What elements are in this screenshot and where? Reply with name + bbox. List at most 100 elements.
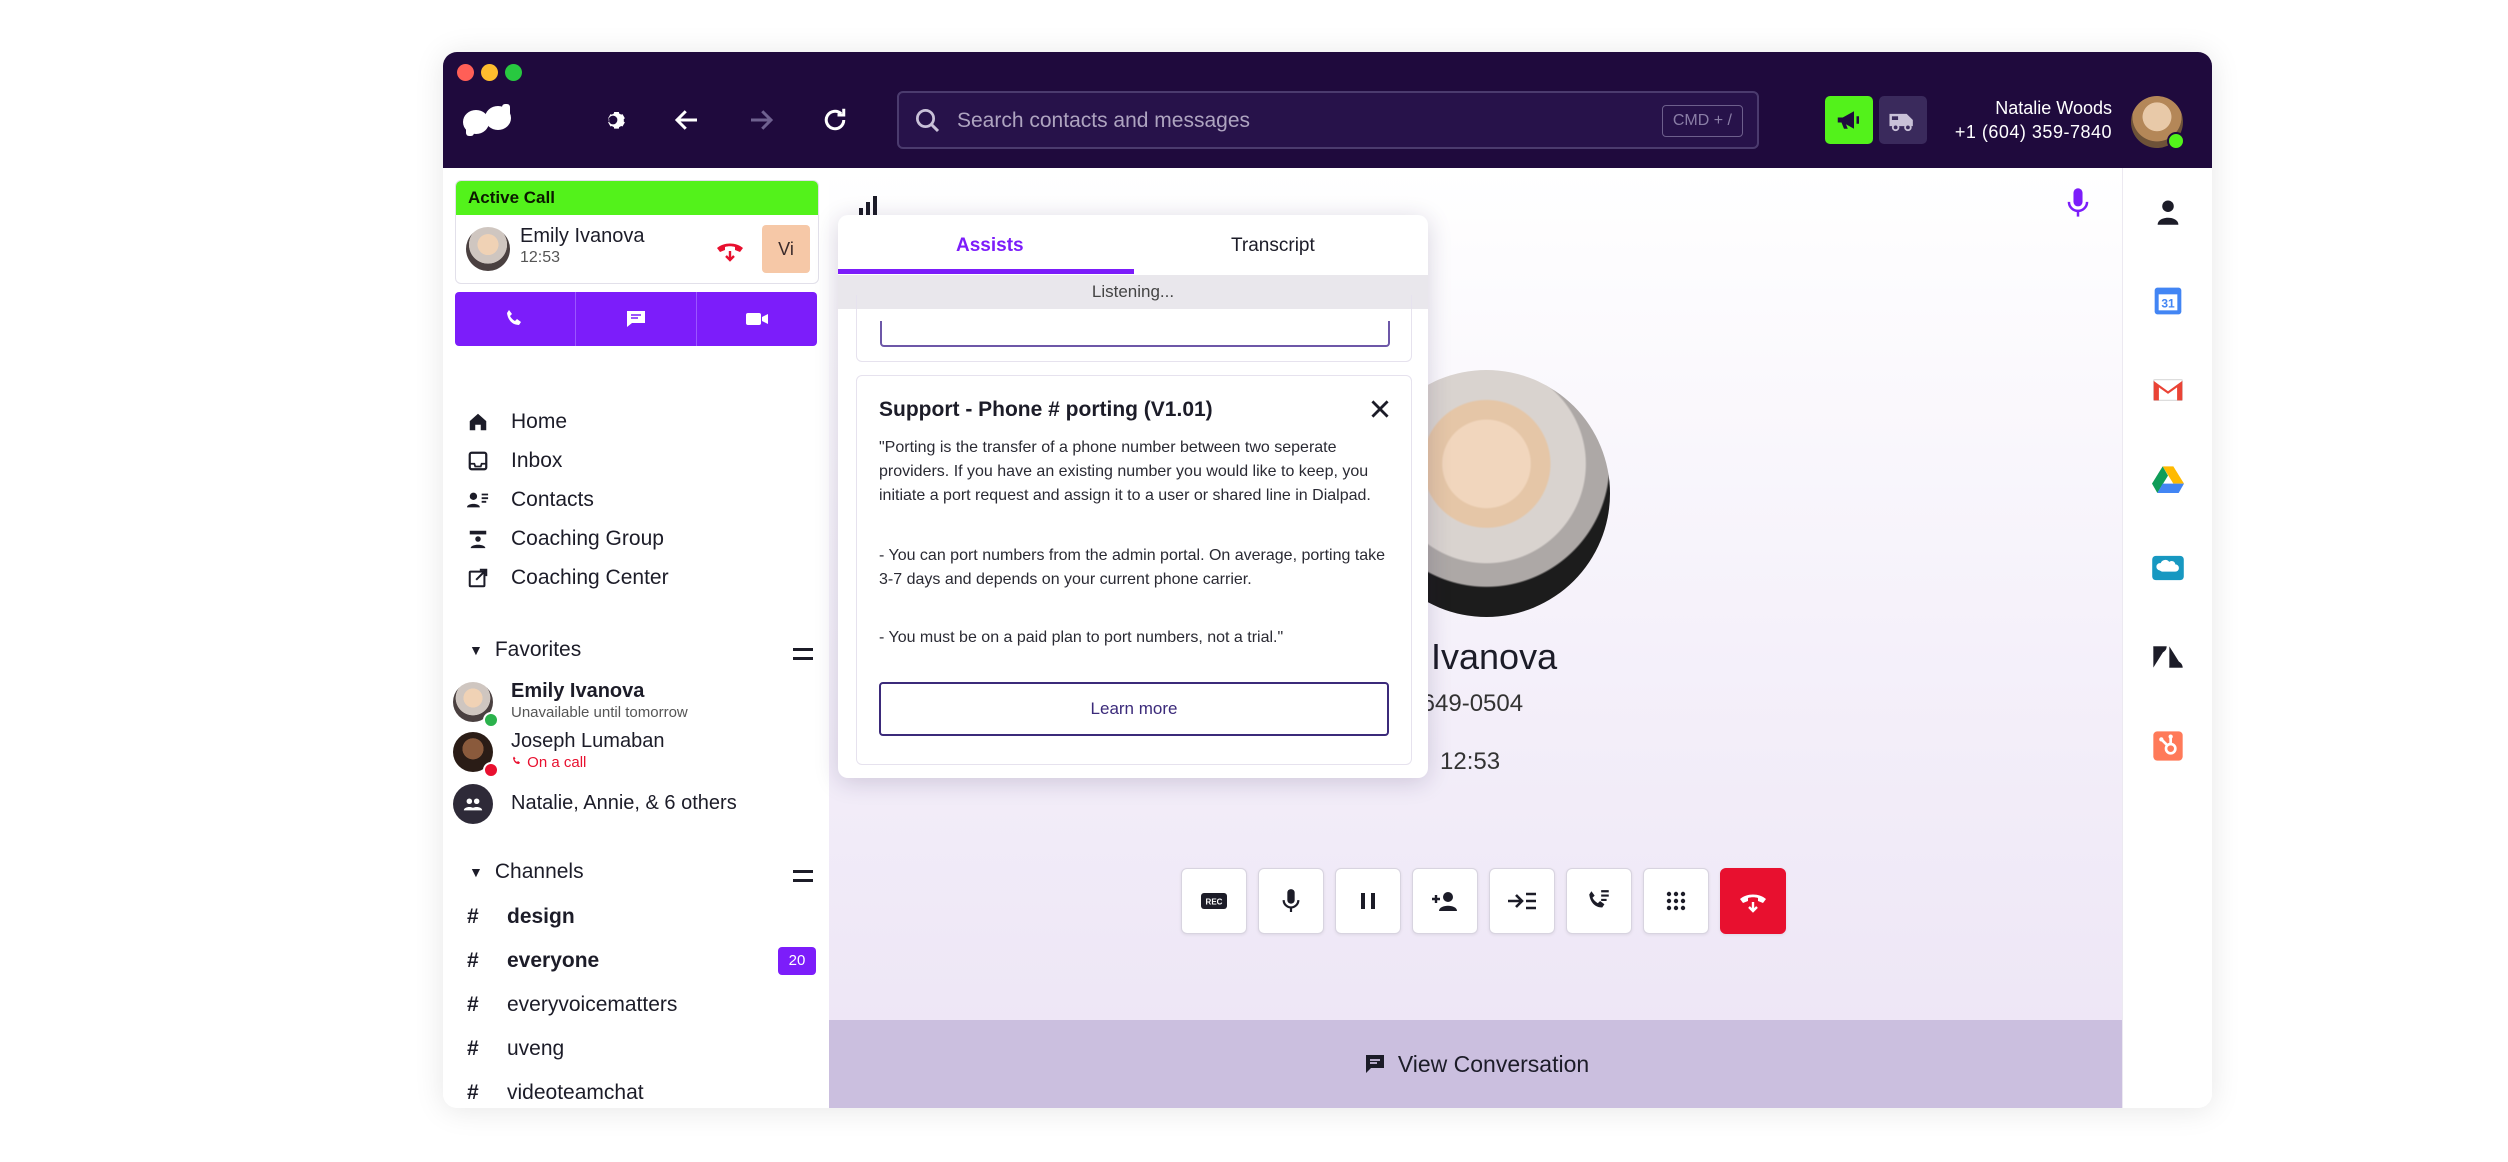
close-window-button[interactable]: [457, 64, 474, 81]
back-arrow-icon[interactable]: [669, 102, 705, 138]
channels-menu-icon[interactable]: [793, 870, 813, 882]
presence-dot: [483, 712, 499, 728]
home-icon: [465, 409, 491, 435]
pause-button[interactable]: [1335, 868, 1401, 934]
favorite-item[interactable]: Joseph Lumaban On a call: [453, 728, 823, 778]
channel-name: uveng: [507, 1037, 565, 1060]
favorite-item[interactable]: Emily Ivanova Unavailable until tomorrow: [453, 678, 823, 728]
assist-card-paragraph: "Porting is the transfer of a phone numb…: [879, 439, 1371, 504]
channel-name: everyvoicematters: [507, 993, 678, 1016]
gmail-icon[interactable]: [2150, 372, 2186, 408]
hang-up-icon[interactable]: [714, 235, 746, 263]
channel-item[interactable]: # design: [467, 902, 575, 932]
coaching-group-icon: [465, 526, 491, 552]
close-icon[interactable]: [1367, 396, 1393, 422]
microphone-icon[interactable]: [2064, 186, 2092, 220]
nav-home[interactable]: Home: [465, 406, 567, 438]
favorite-status: Unavailable until tomorrow: [511, 704, 688, 721]
search-input[interactable]: Search contacts and messages CMD + /: [897, 91, 1759, 149]
favorite-group-item[interactable]: Natalie, Annie, & 6 others: [453, 780, 823, 830]
mute-icon: [1282, 889, 1300, 912]
favorite-name: Natalie, Annie, & 6 others: [511, 792, 737, 814]
hang-up-icon: [1740, 894, 1766, 913]
channel-item[interactable]: # everyone: [467, 946, 599, 976]
salesforce-icon[interactable]: [2150, 550, 2186, 586]
call-queue-button[interactable]: [1566, 868, 1632, 934]
tab-transcript[interactable]: Transcript: [1231, 235, 1315, 257]
nav-inbox[interactable]: Inbox: [465, 445, 562, 477]
view-conversation-label: View Conversation: [1397, 1050, 1590, 1077]
nav-coaching-center[interactable]: Coaching Center: [465, 562, 669, 594]
megaphone-button[interactable]: [1825, 96, 1873, 144]
channels-header[interactable]: ▼ Channels: [469, 860, 584, 884]
contact-icon[interactable]: [2150, 194, 2186, 230]
refresh-icon[interactable]: [817, 102, 853, 138]
hang-up-button[interactable]: [1720, 868, 1786, 934]
phone-icon: [507, 310, 521, 325]
pause-icon: [1361, 893, 1375, 909]
favorites-header[interactable]: ▼ Favorites: [469, 638, 581, 662]
group-icon: [453, 784, 493, 824]
minimize-window-button[interactable]: [481, 64, 498, 81]
assist-initials-badge[interactable]: Vi: [762, 225, 810, 273]
active-call-card[interactable]: Active Call Emily Ivanova 12:53 Vi: [455, 180, 819, 284]
user-status-indicator: [2167, 132, 2185, 150]
favorite-name: Joseph Lumaban: [511, 730, 665, 752]
channel-item[interactable]: # uveng: [467, 1034, 564, 1064]
user-name: Natalie Woods: [1995, 98, 2112, 118]
user-avatar[interactable]: [2131, 96, 2185, 150]
hash-icon: #: [467, 1037, 479, 1060]
record-button[interactable]: REC: [1181, 868, 1247, 934]
channel-name: videoteamchat: [507, 1081, 644, 1104]
google-drive-icon[interactable]: [2150, 461, 2186, 497]
active-call-header: Active Call: [456, 181, 818, 215]
svg-text:31: 31: [2161, 297, 2175, 311]
phone-button[interactable]: [455, 292, 576, 346]
video-icon: [746, 313, 768, 325]
channels-title: Channels: [494, 860, 584, 883]
van-button[interactable]: [1879, 96, 1927, 144]
assist-tabs: Assists Transcript: [838, 215, 1428, 276]
transfer-button[interactable]: [1489, 868, 1555, 934]
call-timer: 12:53: [1440, 748, 1501, 775]
keypad-icon: [1666, 891, 1686, 911]
zendesk-icon[interactable]: [2150, 639, 2186, 675]
unread-badge: 20: [778, 947, 816, 975]
view-conversation-button[interactable]: View Conversation: [829, 1020, 2122, 1108]
presence-dot: [483, 762, 499, 778]
svg-text:REC: REC: [1206, 898, 1223, 907]
van-icon: [1889, 113, 1913, 132]
message-button[interactable]: [576, 292, 697, 346]
dialpad-logo[interactable]: [460, 102, 516, 138]
channel-item[interactable]: # videoteamchat: [467, 1078, 644, 1108]
favorites-menu-icon[interactable]: [793, 648, 813, 660]
video-button[interactable]: [697, 292, 817, 346]
call-duration: 12:53: [520, 249, 561, 266]
caller-name: Emily Ivanova: [520, 225, 645, 247]
assist-card-paragraph: - You must be on a paid plan to port num…: [879, 629, 1284, 646]
mute-button[interactable]: [1258, 868, 1324, 934]
contacts-icon: [465, 487, 491, 513]
add-person-button[interactable]: [1412, 868, 1478, 934]
nav-label: Inbox: [511, 449, 563, 472]
nav-label: Coaching Group: [511, 527, 664, 550]
gear-icon[interactable]: [595, 102, 631, 138]
coaching-center-icon: [465, 565, 491, 591]
assist-card-paragraph: - You can port numbers from the admin po…: [879, 547, 1386, 588]
forward-arrow-icon[interactable]: [743, 102, 779, 138]
keypad-button[interactable]: [1643, 868, 1709, 934]
tab-assists[interactable]: Assists: [956, 235, 1024, 257]
transfer-icon: [1508, 892, 1536, 910]
google-calendar-icon[interactable]: 31: [2150, 283, 2186, 319]
learn-more-button[interactable]: Learn more: [879, 682, 1389, 736]
hubspot-icon[interactable]: [2150, 728, 2186, 764]
message-icon: [627, 311, 645, 327]
nav-coaching-group[interactable]: Coaching Group: [465, 523, 664, 555]
hash-icon: #: [467, 993, 479, 1016]
channel-item[interactable]: # everyvoicematters: [467, 990, 677, 1020]
active-tab-indicator: [838, 269, 1134, 274]
maximize-window-button[interactable]: [505, 64, 522, 81]
call-queue-icon: [1589, 890, 1609, 908]
nav-contacts[interactable]: Contacts: [465, 484, 594, 516]
call-controls: REC: [1181, 868, 1786, 934]
